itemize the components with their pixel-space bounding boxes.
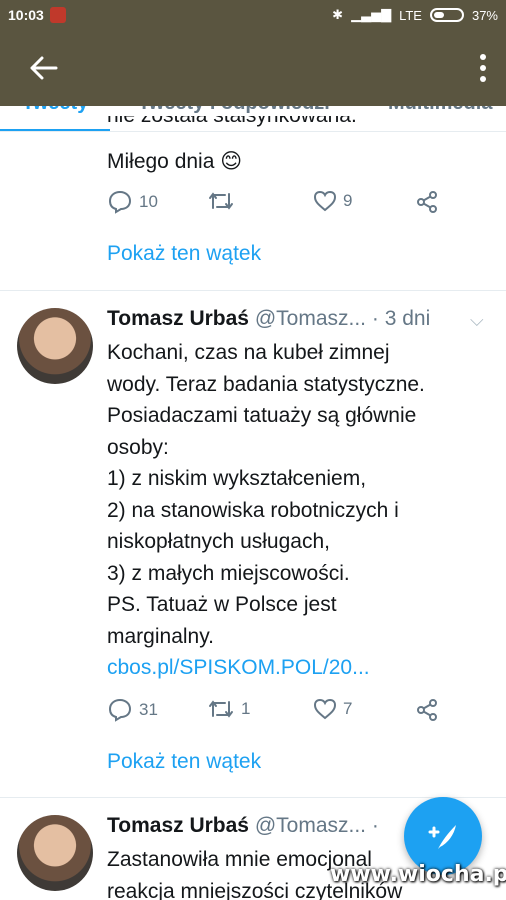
status-time: 10:03 <box>8 7 44 23</box>
show-thread-link[interactable]: Pokaż ten wątek <box>107 750 261 774</box>
tweet-text-line: osoby: <box>107 435 169 459</box>
tweet-text-line: Posiadaczami tatuaży są głównie <box>107 404 417 427</box>
reply-button[interactable]: 10 <box>107 190 158 214</box>
tweet-header: Tomasz Urbaś @Tomasz... · 3 dni <box>107 307 430 331</box>
author-name[interactable]: Tomasz Urbaś <box>107 814 249 837</box>
like-count: 9 <box>343 191 353 210</box>
overflow-menu-icon[interactable] <box>480 54 486 82</box>
tweet-text-line: Kochani, czas na kubeł zimnej <box>107 341 390 364</box>
active-tab-indicator <box>0 129 110 131</box>
like-button[interactable]: 7 <box>313 698 352 720</box>
retweet-button[interactable] <box>207 190 241 212</box>
tweet-text-line: 3) z małych miejscowości. <box>107 561 350 585</box>
tweet-text: nie została stałsynkowana. <box>107 116 487 148</box>
tweet-time: · <box>371 814 379 837</box>
tweet-text-line: PS. Tatuaż w Polsce jest <box>107 593 337 616</box>
divider <box>0 290 506 291</box>
share-button[interactable] <box>415 190 439 214</box>
chevron-down-icon[interactable]: ⌵ <box>470 310 484 331</box>
tweet-text-line: 2) na stanowiska robotniczych i <box>107 498 399 522</box>
compose-feather-icon <box>428 825 456 849</box>
tweet-actions: 10 9 <box>107 190 467 220</box>
tweet-text: Kochani, czas na kubeł zimnej wody. Tera… <box>107 337 487 684</box>
retweet-button[interactable]: 1 <box>207 698 250 720</box>
status-bar: 10:03 ✱ ▁▃▅▇ LTE 37% <box>0 0 506 30</box>
reply-count: 31 <box>139 700 158 719</box>
tweet-text-line: 1) z niskim wykształceniem, <box>107 467 367 490</box>
battery-percent: 37% <box>471 7 498 23</box>
notification-icon <box>49 7 66 23</box>
reply-icon <box>108 698 132 722</box>
tweet-link[interactable]: cbos.pl/SPISKOM.POL/20... <box>107 652 487 684</box>
author-handle[interactable]: @Tomasz... <box>255 307 366 330</box>
bluetooth-icon: ✱ <box>332 7 344 22</box>
watermark: www.wiocha.pl <box>330 862 506 887</box>
avatar[interactable] <box>17 308 93 384</box>
tweet-actions: 31 1 7 <box>107 698 467 728</box>
heart-icon <box>313 698 337 720</box>
reply-button[interactable]: 31 <box>107 698 158 722</box>
show-thread-link[interactable]: Pokaż ten wątek <box>107 242 261 266</box>
battery-icon <box>429 8 464 22</box>
tweet-text-line: marginalny. <box>107 624 214 648</box>
status-icons: ✱ ▁▃▅▇ LTE 37% <box>332 7 498 23</box>
tweet-text-line: nie została stałsynkowana. <box>107 116 487 132</box>
signal-icon: ▁▃▅▇ <box>351 7 392 22</box>
retweet-icon <box>209 700 233 718</box>
share-icon <box>417 191 437 213</box>
like-button[interactable]: 9 <box>313 190 352 212</box>
divider <box>0 797 506 798</box>
app-bar <box>0 30 506 106</box>
tweet-header: Tomasz Urbaś @Tomasz... · <box>107 814 379 838</box>
tweet-text-line: wody. Teraz badania statystyczne. <box>107 372 425 396</box>
tweet-time: · 3 dni <box>371 307 431 330</box>
share-button[interactable] <box>415 698 439 722</box>
reply-icon <box>108 190 132 214</box>
like-count: 7 <box>343 699 353 718</box>
reply-count: 10 <box>139 192 158 211</box>
back-arrow-icon[interactable] <box>30 56 58 80</box>
retweet-count: 1 <box>241 699 251 718</box>
tweet-text: Miłego dnia 😊 <box>107 150 243 173</box>
heart-icon <box>313 190 337 212</box>
author-handle[interactable]: @Tomasz... <box>255 814 366 837</box>
share-icon <box>417 699 437 721</box>
author-name[interactable]: Tomasz Urbaś <box>107 307 249 330</box>
tweet-text-line: niskopłatnych usługach, <box>107 530 330 553</box>
network-type: LTE <box>399 7 422 23</box>
retweet-icon <box>209 192 233 210</box>
avatar[interactable] <box>17 815 93 891</box>
